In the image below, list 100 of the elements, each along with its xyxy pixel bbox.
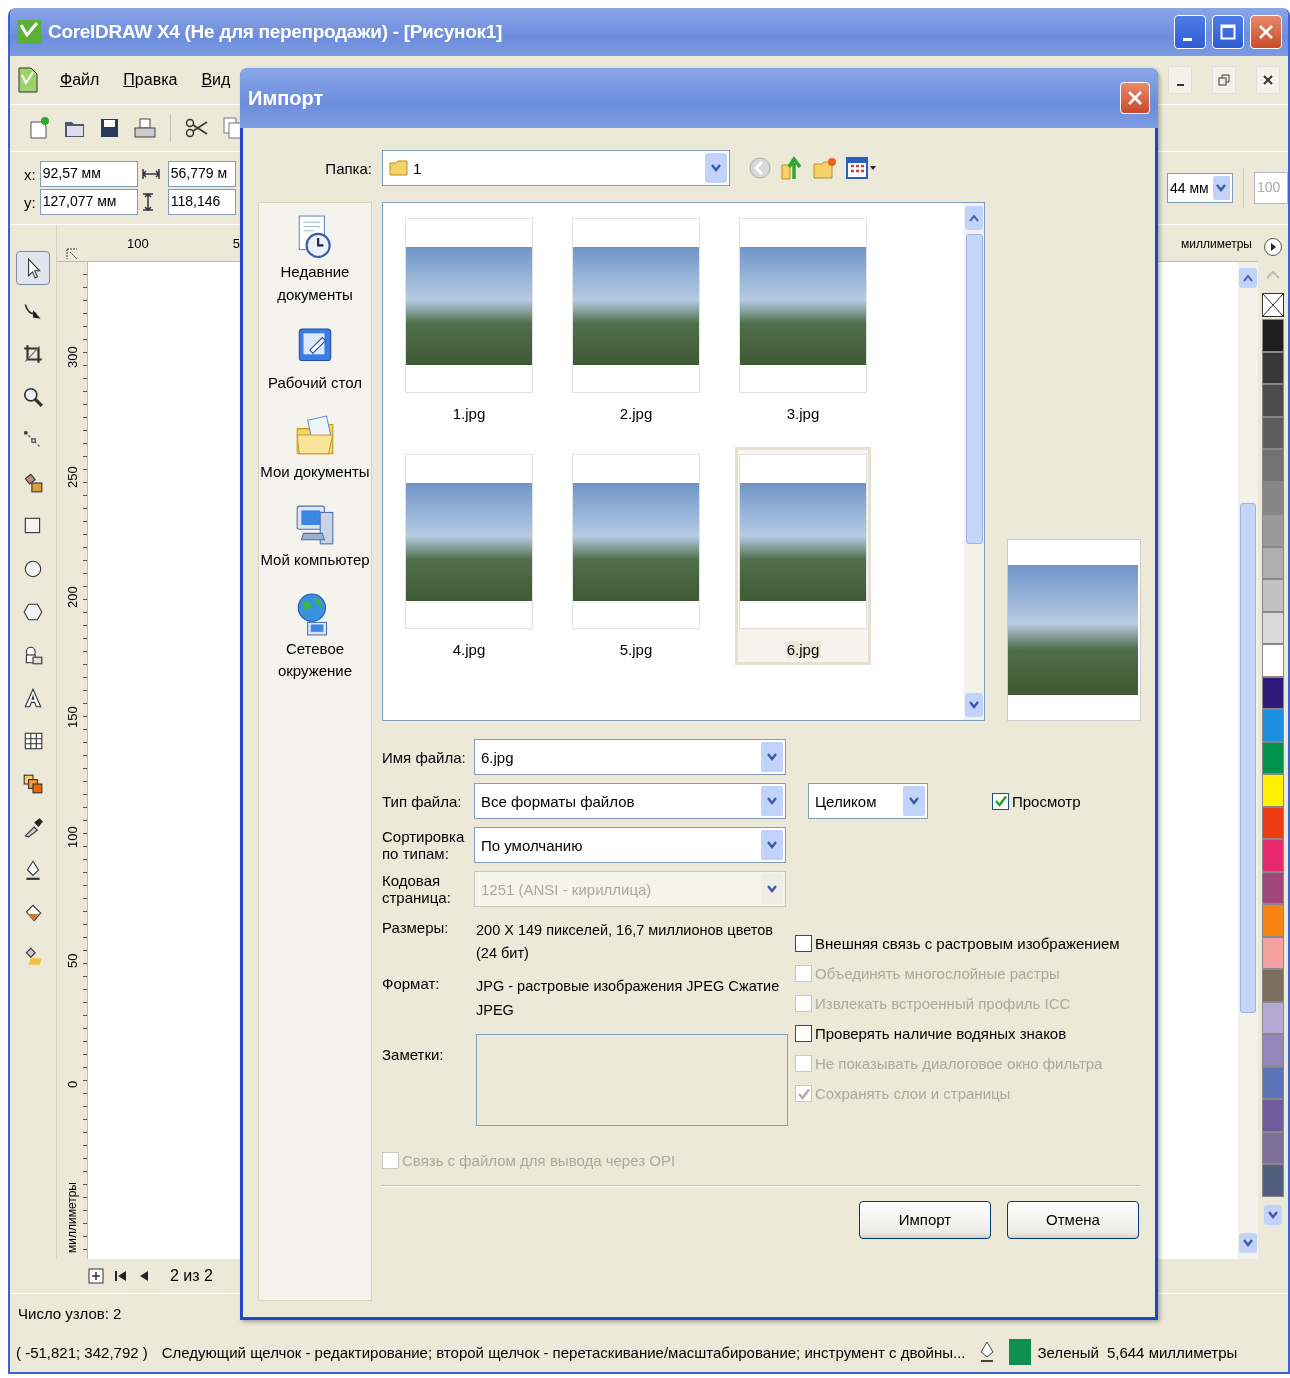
ruler-label: 200	[65, 585, 79, 608]
color-swatch[interactable]	[1262, 741, 1284, 774]
folder-label: Папка:	[324, 159, 372, 177]
color-swatch[interactable]	[1262, 449, 1284, 482]
window-title: CorelDRAW X4 (Не для перепродажи) - [Рисунок1]	[48, 21, 503, 43]
color-swatch[interactable]	[1262, 1001, 1284, 1034]
restore-button[interactable]	[1212, 66, 1236, 94]
fill-color-name: Зеленый	[1037, 1343, 1099, 1361]
chevron-down-icon	[1216, 184, 1227, 192]
checkbox-label: Проверять наличие водяных знаков	[815, 1025, 1067, 1042]
new-folder-icon[interactable]	[812, 156, 838, 180]
sort-dropdown[interactable]: По умолчанию	[474, 827, 786, 863]
no-color-swatch[interactable]	[1262, 293, 1284, 317]
chevron-down-icon	[767, 797, 777, 805]
height-field[interactable]: 118,146	[167, 189, 236, 215]
color-swatch[interactable]	[1262, 871, 1284, 904]
field-label: Тип файла:	[382, 792, 463, 810]
menu-item[interactable]: Вид	[199, 69, 233, 91]
color-swatch[interactable]	[1262, 1066, 1284, 1099]
scissors-icon[interactable]	[185, 117, 209, 139]
app-logo-icon	[16, 19, 42, 45]
color-swatch[interactable]	[1262, 611, 1284, 644]
close-button[interactable]	[1256, 66, 1280, 94]
new-document-icon[interactable]	[28, 116, 50, 140]
color-swatch[interactable]	[1262, 416, 1284, 449]
color-swatch[interactable]	[1262, 1164, 1284, 1197]
color-swatch[interactable]	[1262, 936, 1284, 969]
color-swatch[interactable]	[1262, 579, 1284, 612]
color-swatch[interactable]	[1262, 904, 1284, 937]
menu-item[interactable]: Файл	[58, 69, 102, 91]
file-thumbnail[interactable]: 6.jpg	[735, 447, 871, 665]
folder-dropdown[interactable]: 1	[382, 150, 730, 186]
up-folder-icon[interactable]	[780, 155, 804, 181]
color-swatch[interactable]	[1262, 709, 1284, 742]
x-position-field[interactable]: 92,57 мм	[39, 161, 138, 187]
chevron-up-icon	[1243, 274, 1253, 282]
notes-field[interactable]	[476, 1033, 788, 1126]
y-position-field[interactable]: 127,077 мм	[39, 189, 138, 215]
maximize-button[interactable]	[1212, 15, 1244, 49]
places-item[interactable]: Рабочий стол	[259, 322, 371, 397]
outline-width-dropdown[interactable]: 44 мм	[1167, 173, 1233, 203]
ruler-unit-label: миллиметры	[1181, 237, 1253, 253]
color-swatch[interactable]	[1262, 514, 1284, 547]
outline-width-text: 5,644 миллиметры	[1106, 1343, 1238, 1361]
color-swatch[interactable]	[1262, 351, 1284, 384]
palette-menu-icon[interactable]	[1263, 237, 1283, 257]
status-hint: Следующий щелчок - редактирование; второй щелчок - перетаскивание/масштабирование; инструмент с двойны...	[161, 1343, 966, 1361]
places-item[interactable]: Мои документы	[259, 410, 371, 485]
color-swatch[interactable]	[1262, 384, 1284, 417]
file-type-dropdown[interactable]: Все форматы файлов	[474, 783, 786, 819]
places-item[interactable]: Недавние документы	[259, 211, 371, 308]
color-swatch[interactable]	[1262, 774, 1284, 807]
color-swatch[interactable]	[1262, 839, 1284, 872]
ruler-label: 100	[65, 825, 79, 848]
color-swatch[interactable]	[1262, 1131, 1284, 1164]
menu-item[interactable]: Правка	[121, 69, 180, 91]
width-field[interactable]: 56,779 м	[167, 161, 236, 187]
dialog-button[interactable]: Импорт	[859, 1200, 991, 1239]
checkbox[interactable]	[992, 792, 1009, 810]
vertical-scrollbar[interactable]	[1238, 262, 1258, 1259]
field-label: Сортировка по типам:	[382, 828, 466, 862]
checkbox[interactable]	[795, 1025, 812, 1042]
color-swatch[interactable]	[1262, 319, 1284, 352]
color-swatch[interactable]	[1262, 676, 1284, 709]
ruler-label: 300	[65, 345, 79, 368]
places-item[interactable]: Мой компьютер	[259, 499, 371, 574]
width-arrows-icon	[141, 168, 160, 180]
crop-mode-dropdown[interactable]: Целиком	[808, 783, 928, 819]
checkbox-label: Внешняя связь с растровым изображением	[815, 935, 1120, 952]
first-page-icon[interactable]	[114, 1269, 128, 1283]
field-label: Размеры:	[382, 919, 450, 938]
color-swatch[interactable]	[1262, 1099, 1284, 1132]
color-swatch[interactable]	[1262, 644, 1284, 677]
checkbox-label: Просмотр	[1012, 792, 1081, 810]
places-item[interactable]: Сетевое окружение	[259, 587, 371, 685]
minimize-button[interactable]	[1168, 66, 1192, 94]
save-icon[interactable]	[100, 117, 120, 139]
close-icon	[1262, 74, 1274, 86]
color-swatch[interactable]	[1262, 1034, 1284, 1067]
cursor-coordinates: ( -51,821; 342,792 )	[16, 1343, 148, 1361]
pen-nib-icon	[979, 1340, 996, 1364]
ruler-origin-icon[interactable]	[65, 247, 79, 261]
file-name-field[interactable]: 6.jpg	[474, 739, 786, 775]
pick-tool-icon[interactable]	[16, 251, 50, 285]
view-menu-icon[interactable]	[846, 156, 878, 180]
field-label: Формат:	[382, 975, 441, 995]
previous-page-icon[interactable]	[138, 1269, 150, 1283]
add-page-icon[interactable]	[88, 1268, 104, 1284]
vertical-scrollbar[interactable]	[964, 203, 984, 720]
print-icon[interactable]	[134, 117, 156, 139]
checkbox[interactable]	[795, 935, 812, 952]
ruler-label: 150	[65, 705, 79, 728]
color-swatch[interactable]	[1262, 546, 1284, 579]
dialog-button[interactable]: Отмена	[1007, 1200, 1139, 1239]
back-icon[interactable]	[748, 156, 772, 180]
color-swatch[interactable]	[1262, 481, 1284, 514]
color-swatch[interactable]	[1262, 969, 1284, 1002]
dialog-title: Импорт	[248, 86, 325, 110]
color-swatch[interactable]	[1262, 806, 1284, 839]
scroll-down-button[interactable]	[1264, 1204, 1282, 1225]
